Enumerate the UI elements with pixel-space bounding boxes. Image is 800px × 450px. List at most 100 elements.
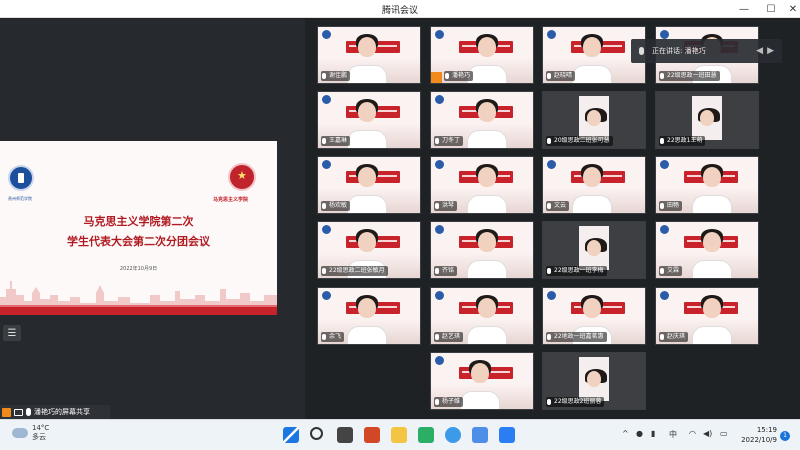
microphone-icon[interactable] [445,73,449,79]
next-page-icon[interactable]: ▶ [767,46,774,56]
microphone-icon[interactable] [435,399,439,405]
slide-title-line1: 马克思主义学院第二次 [83,215,194,228]
volume-icon[interactable]: ◀) [703,429,712,438]
microphone-icon[interactable] [660,334,664,340]
participant-tile[interactable]: 余飞 [317,287,421,345]
participant-name-label: 赵艺琪 [434,332,464,342]
search-icon[interactable] [310,427,323,440]
participant-name: 刀冬丁 [442,137,461,144]
participant-tile[interactable]: 谢佳鹏 [317,26,421,84]
participant-name: 齐铭 [442,267,455,274]
participant-tile[interactable]: 杨子维 [430,352,534,410]
school-badge-icon [547,160,556,169]
participant-name: 赵艺琪 [442,333,461,340]
microphone-icon[interactable] [547,203,551,209]
participant-tile[interactable]: 王嘉琳 [317,91,421,149]
participant-tile[interactable]: 22级思政一班李梅 [542,221,646,279]
microphone-icon[interactable] [547,138,551,144]
participant-tile[interactable]: 刀冬丁 [430,91,534,149]
participant-name: 20级思政二班张可慧 [554,137,610,144]
clock-time: 15:19 [756,426,777,434]
participant-name: 谢佳鹏 [329,72,348,79]
close-button[interactable]: ✕ [782,0,800,18]
task-view-icon[interactable] [337,427,353,443]
list-toggle-button[interactable]: ☰ [3,325,21,341]
microphone-icon[interactable] [660,268,664,274]
participant-tile[interactable]: 22地政一班嘉茗惠 [542,287,646,345]
participant-name-label: 赵庆琪 [659,332,689,342]
weather-widget[interactable]: 14°C 多云 [12,424,49,442]
minimize-button[interactable]: — [733,0,755,18]
participant-tile[interactable]: 艾霖 [655,221,759,279]
school-badge-icon [435,225,444,234]
battery-icon[interactable]: ▭ [720,429,728,438]
school-badge-icon [322,225,331,234]
participant-tile[interactable]: 22思政1王萌 [655,91,759,149]
participant-tile[interactable]: 齐铭 [430,221,534,279]
participant-name-label: 22级思政一班田慧 [659,71,720,81]
microphone-icon[interactable] [435,138,439,144]
school-badge-icon [322,160,331,169]
microphone-icon[interactable] [660,73,664,79]
participant-tile[interactable]: 22级思政2班丽蓉 [542,352,646,410]
microphone-icon[interactable] [547,73,551,79]
participant-name-label: 赵晓晴 [546,71,576,81]
participant-name: 22级思政一班李梅 [554,267,604,274]
microphone-icon[interactable] [660,203,664,209]
screen-icon [14,408,23,416]
participant-tile[interactable]: 田畅 [655,156,759,214]
microphone-icon[interactable] [435,203,439,209]
participant-name: 赵庆琪 [667,333,686,340]
school-badge-icon [547,291,556,300]
screen-share-pane: 贵州师范学院 马克思主义学院 马克思主义学院第二次 学生代表大会第二次分团会议 … [0,19,305,419]
maximize-button[interactable]: ☐ [760,0,782,18]
microphone-icon[interactable] [547,334,551,340]
microphone-tray-icon[interactable]: ▮ [651,429,655,438]
microphone-icon[interactable] [547,399,551,405]
microphone-icon[interactable] [322,268,326,274]
school-badge-icon [322,30,331,39]
file-explorer-icon[interactable] [391,427,407,443]
slide-date: 2022年10月9日 [119,266,158,272]
participant-name-label: 洪琴 [434,201,458,211]
participant-tile[interactable]: 杨欢敏 [317,156,421,214]
microphone-icon[interactable] [435,268,439,274]
participant-tile[interactable]: 22级思政二班张敏月 [317,221,421,279]
school-badge-icon [435,356,444,365]
browser-icon[interactable] [445,427,461,443]
participant-tile[interactable]: 20级思政二班张可慧 [542,91,646,149]
ime-indicator[interactable]: 中 [669,429,677,440]
wifi-icon[interactable]: ◠ [689,429,696,438]
previous-page-icon[interactable]: ◀ [756,46,763,56]
participant-tile[interactable]: 文云 [542,156,646,214]
participant-tile[interactable]: 赵庆琪 [655,287,759,345]
microphone-icon[interactable] [322,203,326,209]
university-logo-text: 贵州师范学院 [8,196,32,201]
participant-name: 田畅 [667,202,680,209]
microphone-icon[interactable] [322,73,326,79]
system-clock[interactable]: 15:19 2022/10/9 [737,425,777,445]
app-icon[interactable] [472,427,488,443]
microphone-icon[interactable] [322,334,326,340]
tencent-meeting-icon[interactable] [499,427,515,443]
microphone-icon[interactable] [435,334,439,340]
participant-name: 余飞 [329,333,342,340]
university-logo [8,165,34,191]
participant-name-label: 刀冬丁 [434,136,464,146]
participant-tile[interactable]: 洪琴 [430,156,534,214]
participant-name: 22级思政2班丽蓉 [554,398,602,405]
screen-share-indicator[interactable]: 潘艳巧的屏幕共享 [0,405,110,419]
microphone-icon[interactable] [660,138,664,144]
weather-temp: 14°C [32,424,50,432]
notification-badge[interactable]: 1 [780,431,790,441]
tray-overflow-icon[interactable]: ^ [622,429,629,438]
participant-name: 22级思政二班张敏月 [329,267,385,274]
microphone-icon[interactable] [547,268,551,274]
participant-tile[interactable]: 赵艺琪 [430,287,534,345]
powerpoint-icon[interactable] [364,427,380,443]
microphone-icon[interactable] [322,138,326,144]
participant-tile[interactable]: 潘艳巧 [430,26,534,84]
wechat-icon[interactable] [418,427,434,443]
start-icon[interactable] [283,427,299,443]
qq-icon[interactable]: ● [636,429,643,438]
